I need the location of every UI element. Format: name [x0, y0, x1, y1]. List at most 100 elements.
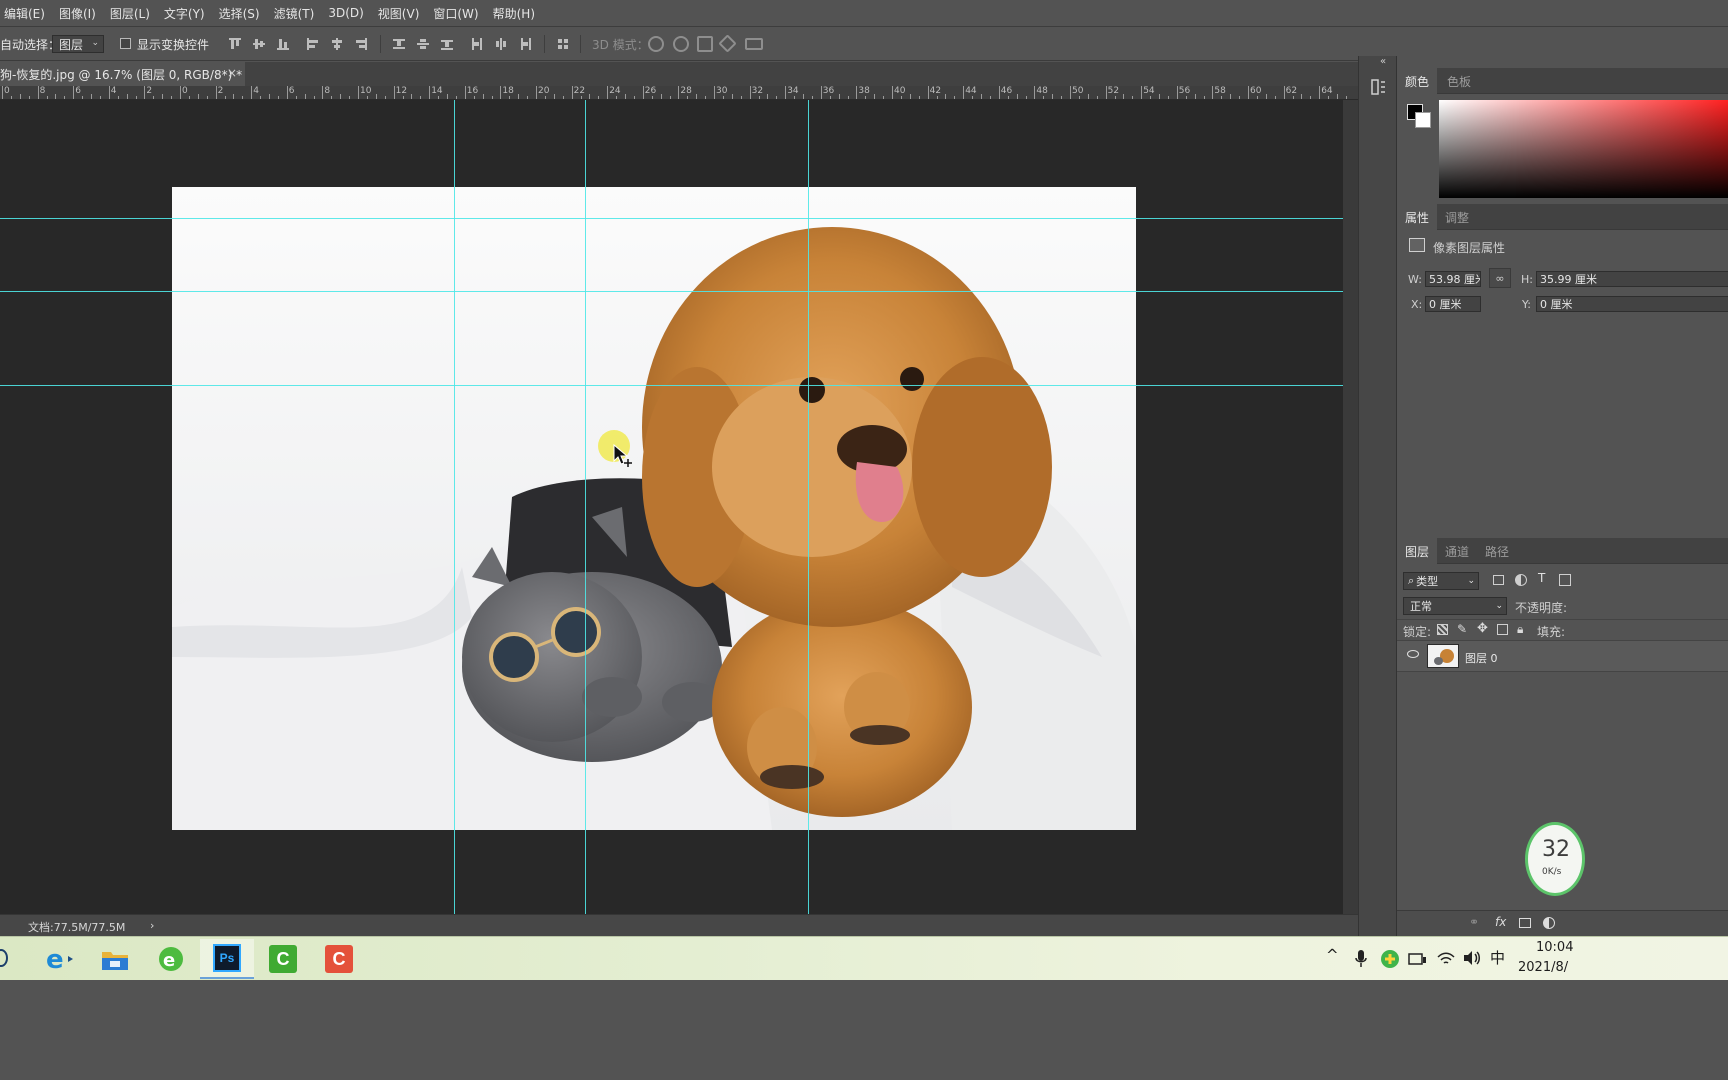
- new-fill-layer-icon[interactable]: [1543, 917, 1555, 929]
- network-speed-widget[interactable]: 32 0K/s: [1525, 822, 1585, 896]
- volume-icon[interactable]: [1462, 949, 1482, 967]
- menu-view[interactable]: 视图(V): [378, 5, 420, 22]
- ruler-minor-tick: [740, 96, 742, 99]
- distribute-top-icon[interactable]: [392, 37, 406, 51]
- microphone-icon[interactable]: [1354, 949, 1368, 969]
- layer-name[interactable]: 图层 0: [1465, 650, 1498, 666]
- lock-artboard-icon[interactable]: [1497, 624, 1508, 635]
- guide-vertical[interactable]: [585, 100, 586, 914]
- document-image[interactable]: [172, 187, 1136, 830]
- photoshop-taskbar-button[interactable]: Ps: [200, 939, 254, 979]
- 3d-slide-icon[interactable]: [718, 34, 737, 53]
- align-hcenter-icon[interactable]: [330, 37, 344, 51]
- tab-channels[interactable]: 通道: [1437, 538, 1477, 564]
- menu-type[interactable]: 文字(Y): [164, 5, 205, 22]
- auto-select-dropdown[interactable]: 图层 ⌄: [52, 35, 104, 53]
- vertical-scrollbar[interactable]: [1343, 100, 1358, 914]
- height-field[interactable]: 35.99 厘米: [1536, 271, 1728, 287]
- width-field[interactable]: 53.98 厘米: [1425, 271, 1481, 287]
- browser-360-taskbar-button[interactable]: e: [144, 939, 198, 979]
- align-bottom-icon[interactable]: [276, 37, 290, 51]
- color-picker-field[interactable]: [1439, 100, 1728, 198]
- tab-color[interactable]: 颜色: [1397, 68, 1438, 94]
- blend-mode-dropdown[interactable]: 正常 ⌄: [1403, 597, 1507, 615]
- ruler-minor-tick: [375, 94, 377, 99]
- align-left-icon[interactable]: [306, 37, 320, 51]
- ruler-label: 12: [395, 86, 408, 96]
- guide-horizontal[interactable]: [0, 218, 1343, 219]
- ruler-major-tick: [393, 86, 395, 99]
- input-method-indicator[interactable]: 中: [1490, 947, 1505, 968]
- align-right-icon[interactable]: [354, 37, 368, 51]
- start-button-fragment[interactable]: [0, 949, 8, 967]
- canvas-workspace[interactable]: [0, 100, 1343, 914]
- guide-horizontal[interactable]: [0, 291, 1343, 292]
- eye-visibility-icon[interactable]: [1407, 650, 1419, 658]
- align-top-icon[interactable]: [228, 37, 242, 51]
- lock-all-icon[interactable]: 🔒︎: [1517, 622, 1523, 637]
- menu-help[interactable]: 帮助(H): [493, 5, 535, 22]
- menu-3d[interactable]: 3D(D): [328, 6, 363, 20]
- document-tab[interactable]: 狗-恢复的.jpg @ 16.7% (图层 0, RGB/8*) * ×: [0, 62, 245, 86]
- background-color-swatch[interactable]: [1415, 112, 1431, 128]
- menu-window[interactable]: 窗口(W): [433, 5, 478, 22]
- menu-edit[interactable]: 编辑(E): [4, 5, 45, 22]
- explorer-taskbar-button[interactable]: [88, 939, 142, 979]
- ie-taskbar-button[interactable]: e: [32, 939, 86, 979]
- camtasia-red-taskbar-button[interactable]: C: [312, 939, 366, 979]
- guide-vertical[interactable]: [808, 100, 809, 914]
- menu-select[interactable]: 选择(S): [219, 5, 260, 22]
- lock-transparent-icon[interactable]: [1437, 624, 1448, 635]
- guide-vertical[interactable]: [454, 100, 455, 914]
- tab-paths[interactable]: 路径: [1477, 538, 1517, 564]
- filter-type-icon[interactable]: T: [1538, 571, 1545, 585]
- status-menu-arrow[interactable]: ›: [150, 919, 154, 932]
- device-icon[interactable]: [1408, 951, 1428, 967]
- security-360-icon[interactable]: [1380, 949, 1400, 969]
- align-vcenter-icon[interactable]: [252, 37, 266, 51]
- ruler-label: 2: [217, 86, 224, 96]
- tab-swatches[interactable]: 色板: [1439, 68, 1479, 94]
- camtasia-green-taskbar-button[interactable]: C: [256, 939, 310, 979]
- add-mask-icon[interactable]: [1519, 918, 1531, 928]
- layer-filter-dropdown[interactable]: ⌕ 类型 ⌄: [1403, 572, 1479, 590]
- ruler-minor-tick: [1150, 96, 1152, 99]
- show-hidden-icons-caret[interactable]: ^: [1326, 946, 1339, 964]
- guide-horizontal[interactable]: [0, 385, 1343, 386]
- filter-adjustment-icon[interactable]: [1515, 574, 1527, 586]
- fx-icon[interactable]: fx: [1495, 915, 1506, 929]
- distribute-left-icon[interactable]: [470, 37, 484, 51]
- menu-image[interactable]: 图像(I): [59, 5, 96, 22]
- filter-pixel-icon[interactable]: [1493, 575, 1504, 585]
- layer-row[interactable]: 图层 0: [1397, 640, 1728, 672]
- auto-align-icon[interactable]: [556, 37, 570, 51]
- link-dimensions-icon[interactable]: ∞: [1489, 268, 1511, 288]
- 3d-roll-icon[interactable]: [673, 36, 689, 52]
- tab-layers[interactable]: 图层: [1397, 538, 1438, 564]
- distribute-vcenter-icon[interactable]: [416, 37, 430, 51]
- lock-move-icon[interactable]: ✥: [1477, 621, 1488, 636]
- distribute-bottom-icon[interactable]: [440, 37, 454, 51]
- tab-properties[interactable]: 属性: [1397, 204, 1438, 230]
- clock-time[interactable]: 10:04: [1536, 940, 1573, 955]
- filter-shape-icon[interactable]: [1559, 574, 1571, 586]
- y-field[interactable]: 0 厘米: [1536, 296, 1728, 312]
- distribute-hcenter-icon[interactable]: [494, 37, 508, 51]
- wifi-icon[interactable]: [1436, 949, 1456, 967]
- link-layers-icon[interactable]: ⚭: [1469, 915, 1479, 929]
- clock-date[interactable]: 2021/8/: [1518, 960, 1568, 975]
- 3d-scale-icon[interactable]: [745, 38, 763, 50]
- menu-filter[interactable]: 滤镜(T): [274, 5, 315, 22]
- 3d-pan-icon[interactable]: [697, 36, 713, 52]
- blend-mode-value: 正常: [1410, 600, 1432, 613]
- close-icon[interactable]: ×: [227, 66, 237, 80]
- x-field[interactable]: 0 厘米: [1425, 296, 1481, 312]
- 3d-orbit-icon[interactable]: [648, 36, 664, 52]
- lock-brush-icon[interactable]: ✎: [1457, 622, 1467, 636]
- show-transform-checkbox[interactable]: [120, 38, 131, 49]
- collapse-panels-icon[interactable]: «: [1380, 56, 1386, 67]
- menu-layer[interactable]: 图层(L): [110, 5, 150, 22]
- distribute-right-icon[interactable]: [518, 37, 532, 51]
- history-panel-icon[interactable]: [1371, 78, 1387, 96]
- tab-adjustments[interactable]: 调整: [1437, 204, 1477, 230]
